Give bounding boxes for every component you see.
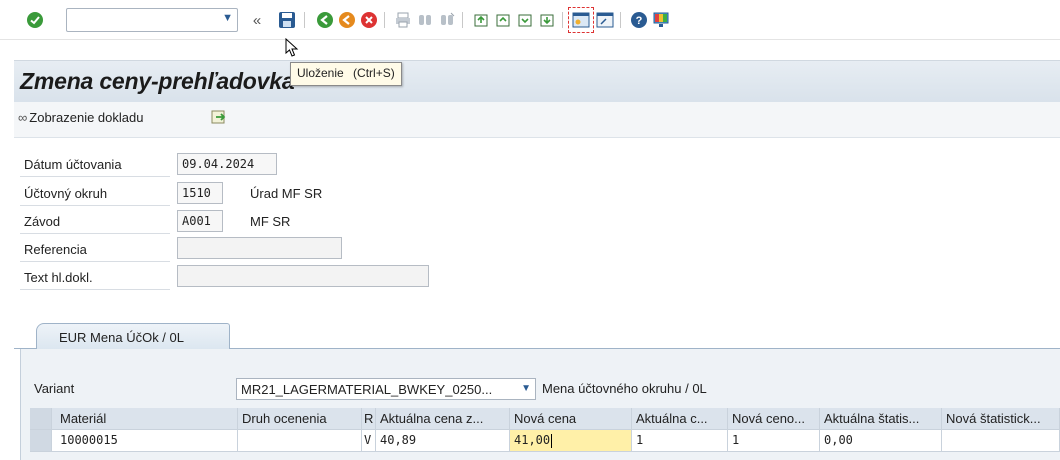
variant-select[interactable]: MR21_LAGERMATERIAL_BWKEY_0250... ▼: [236, 378, 536, 400]
table-row: 10000015 V 40,89 41,00 1 1 0,00: [30, 430, 1060, 452]
column-header-valuation-type[interactable]: Druh ocenenia: [238, 408, 362, 430]
grid-header-row: Materiál Druh ocenenia R Aktuálna cena z…: [30, 408, 1060, 430]
cancel-icon[interactable]: [358, 9, 380, 31]
column-header-current-c[interactable]: Aktuálna c...: [632, 408, 728, 430]
plant-label: Závod: [24, 214, 61, 229]
column-header-current-price[interactable]: Aktuálna cena z...: [376, 408, 510, 430]
variant-value: MR21_LAGERMATERIAL_BWKEY_0250...: [241, 382, 493, 397]
cell-valuation-type[interactable]: [238, 430, 362, 452]
company-code-label: Účtovný okruh: [24, 186, 108, 201]
company-code-description: Úrad MF SR: [250, 186, 323, 201]
new-session-icon[interactable]: [568, 7, 594, 33]
cell-new-stat[interactable]: [942, 430, 1060, 452]
mouse-cursor-icon: [285, 37, 299, 61]
posting-date-field[interactable]: 09.04.2024: [177, 153, 277, 175]
display-document-button[interactable]: ∞ Zobrazenie dokladu: [18, 110, 143, 125]
next-page-icon: [514, 9, 536, 31]
column-header-material[interactable]: Materiál: [52, 408, 238, 430]
cell-new-price-unit[interactable]: 1: [728, 430, 820, 452]
collapse-icon[interactable]: «: [246, 9, 268, 31]
glasses-icon: ∞: [18, 110, 28, 125]
find-icon: [414, 9, 436, 31]
cell-current-stat[interactable]: 0,00: [820, 430, 942, 452]
help-icon[interactable]: ?: [628, 9, 650, 31]
select-all-cell[interactable]: [30, 408, 52, 430]
application-toolbar: [14, 102, 1060, 138]
page-title: Zmena ceny-prehľadovka: [20, 68, 295, 94]
find-next-icon: [436, 9, 458, 31]
chevron-down-icon[interactable]: ▼: [222, 12, 233, 24]
plant-field[interactable]: A001: [177, 210, 223, 232]
text-caret: [551, 433, 553, 448]
plant-description: MF SR: [250, 214, 291, 229]
layout-menu-icon[interactable]: [650, 9, 672, 31]
cell-current-c[interactable]: 1: [632, 430, 728, 452]
variant-label: Variant: [34, 381, 75, 396]
save-tooltip: Uloženie (Ctrl+S): [290, 62, 402, 86]
new-price-value: 41,00: [514, 433, 551, 447]
previous-page-icon: [492, 9, 514, 31]
system-toolbar: ▼ « ?: [0, 0, 1060, 40]
svg-text:?: ?: [636, 15, 643, 27]
column-header-new-stat[interactable]: Nová štatistick...: [942, 408, 1060, 430]
cell-r[interactable]: V: [362, 430, 376, 452]
posting-date-label: Dátum účtovania: [24, 157, 122, 172]
column-header-current-stat[interactable]: Aktuálna štatis...: [820, 408, 942, 430]
tooltip-shortcut: (Ctrl+S): [353, 66, 395, 80]
cell-new-price[interactable]: 41,00: [510, 430, 632, 452]
save-icon[interactable]: [276, 9, 298, 31]
shortcut-icon[interactable]: [594, 9, 616, 31]
tab-eur-company-currency[interactable]: EUR Mena ÚčOk / 0L: [36, 323, 230, 350]
currency-label: Mena účtovného okruhu / 0L: [542, 381, 707, 396]
header-text-field[interactable]: [177, 265, 429, 287]
tooltip-label: Uloženie: [297, 66, 344, 80]
back-icon[interactable]: [314, 9, 336, 31]
cell-material[interactable]: 10000015: [52, 430, 238, 452]
row-selector[interactable]: [30, 430, 52, 452]
reference-label: Referencia: [24, 242, 87, 257]
column-header-new-price-unit[interactable]: Nová ceno...: [728, 408, 820, 430]
cell-current-price[interactable]: 40,89: [376, 430, 510, 452]
exit-icon[interactable]: [336, 9, 358, 31]
print-icon: [392, 9, 414, 31]
last-page-icon: [536, 9, 558, 31]
enter-icon[interactable]: [24, 9, 46, 31]
header-text-label: Text hl.dokl.: [24, 270, 93, 285]
export-icon[interactable]: [210, 108, 228, 126]
chevron-down-icon[interactable]: ▼: [521, 383, 531, 394]
column-header-new-price[interactable]: Nová cena: [510, 408, 632, 430]
company-code-field[interactable]: 1510: [177, 182, 223, 204]
command-field[interactable]: ▼: [66, 8, 238, 32]
reference-field[interactable]: [177, 237, 342, 259]
display-document-label: Zobrazenie dokladu: [29, 110, 144, 125]
column-header-r[interactable]: R: [362, 408, 376, 430]
first-page-icon: [470, 9, 492, 31]
header-form: [14, 138, 1060, 328]
